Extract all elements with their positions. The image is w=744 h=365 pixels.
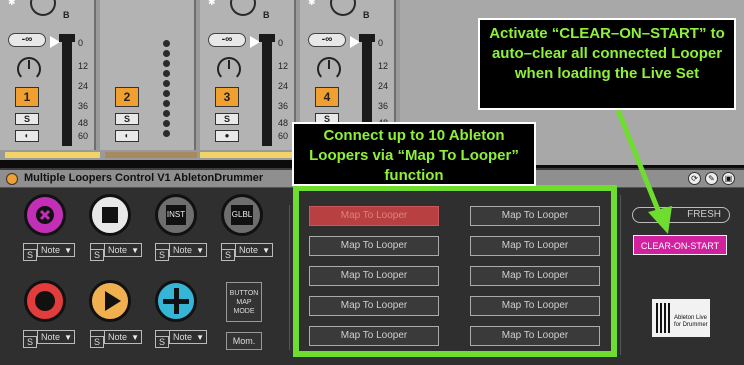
callout-clear-on-start: Activate “CLEAR–ON–START” to auto–clear …	[478, 18, 736, 110]
callout-map-to-looper: Connect up to 10 Ableton Loopers via “Ma…	[292, 122, 536, 186]
screen: ✱ B -∞ 0 12 24 36 48 60 1 S ◐ 2 S ◐ ✱ B …	[0, 0, 744, 365]
